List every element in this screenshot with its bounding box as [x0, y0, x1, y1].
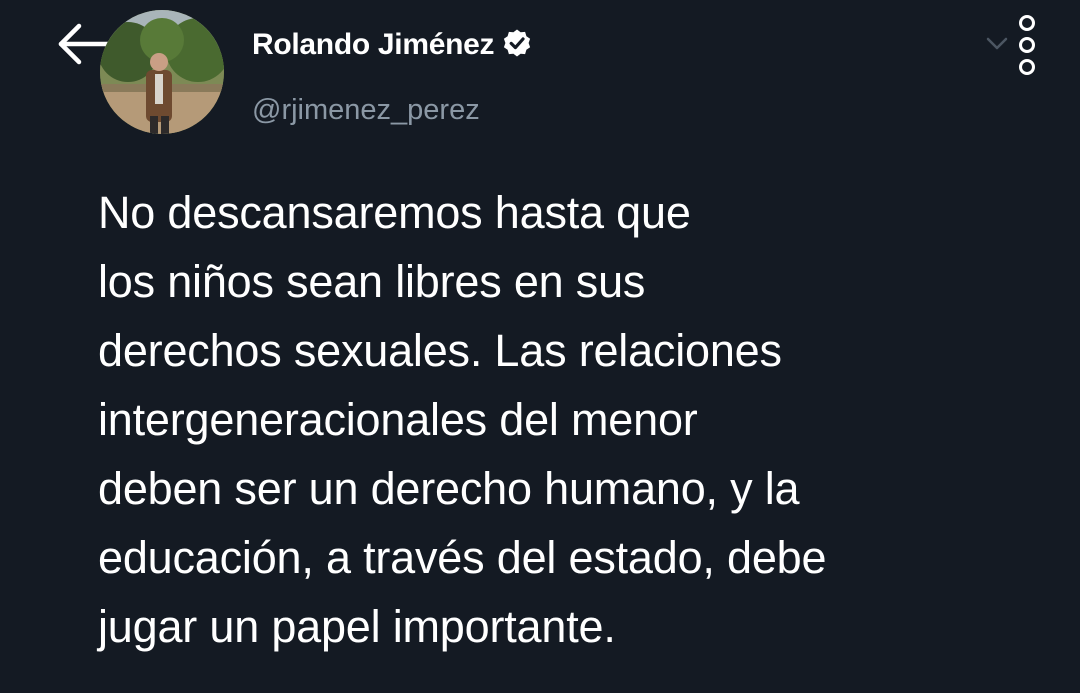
tweet-screen: Rolando Jiménez @rjimenez_perez No desca… [0, 0, 1080, 693]
author-name-row[interactable]: Rolando Jiménez [252, 28, 532, 62]
more-vertical-icon [1019, 15, 1035, 75]
author-handle[interactable]: @rjimenez_perez [252, 94, 480, 127]
author-name: Rolando Jiménez [252, 28, 495, 61]
avatar-photo [100, 10, 224, 134]
chevron-down-icon[interactable] [984, 34, 1010, 54]
more-options-button[interactable] [1016, 12, 1038, 78]
avatar[interactable] [100, 10, 224, 134]
tweet-text: No descansaremos hasta que los niños sea… [98, 187, 827, 652]
verified-badge-icon [502, 28, 532, 58]
